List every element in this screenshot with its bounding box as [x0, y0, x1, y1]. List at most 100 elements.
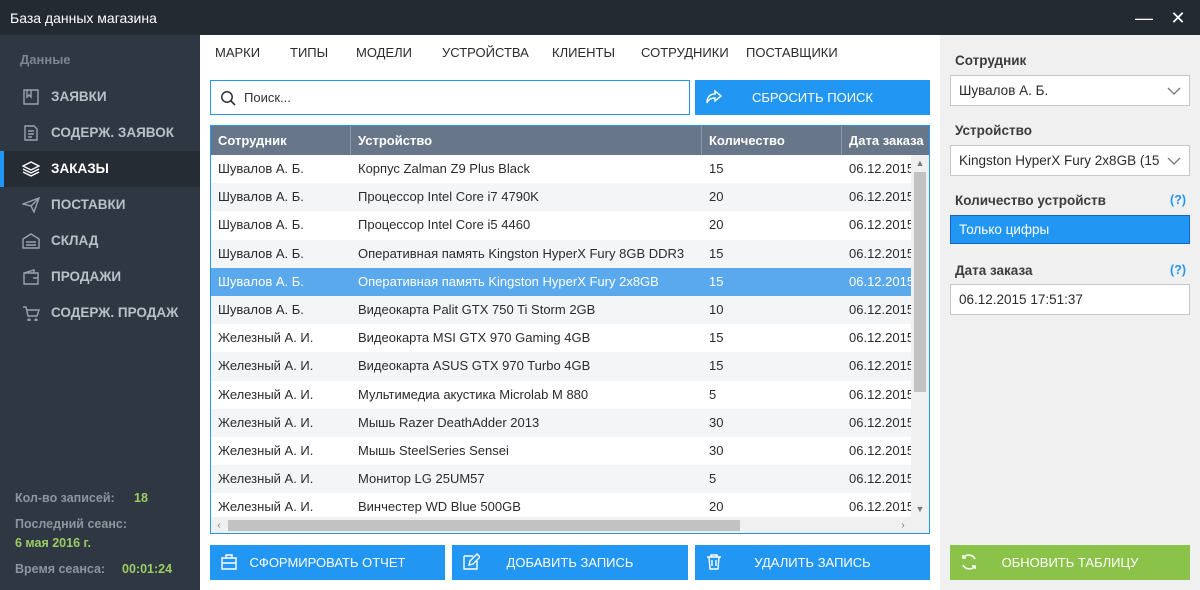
table-row[interactable]: Шувалов А. Б. Процессор Intel Core i5 446… [211, 211, 911, 239]
search-icon [221, 91, 236, 106]
table-row[interactable]: Железный А. И. Мышь Razer DeathAdder 2013… [211, 408, 911, 437]
column-header-date[interactable]: Дата заказа [842, 126, 929, 155]
cell-date: 06.12.2015 [849, 330, 911, 346]
table-row[interactable]: Шувалов А. Б. Оперативная память Kingston… [211, 267, 911, 296]
cell-date: 06.12.2015 [849, 245, 911, 261]
sidebar-item-label: ЗАЯВКИ [51, 89, 107, 104]
cell-date: 06.12.2015 [849, 161, 911, 176]
refresh-table-button[interactable]: ОБНОВИТЬ ТАБЛИЦУ [950, 545, 1190, 580]
cell-employee: Железный А. И. [218, 442, 314, 458]
tab-brands[interactable]: МАРКИ [215, 45, 260, 60]
tab-clients[interactable]: КЛИЕНТЫ [552, 45, 615, 60]
cell-date: 06.12.2015 [849, 358, 911, 374]
sidebar-item-warehouse[interactable]: СКЛАД [0, 223, 200, 259]
sidebar-item-label: ЗАКАЗЫ [51, 161, 109, 176]
search-input[interactable]: Поиск... [210, 80, 690, 115]
close-button[interactable]: ✕ [1166, 6, 1190, 30]
records-count-value: 18 [134, 491, 148, 505]
cell-device: Корпус Zalman Z9 Plus Black [358, 161, 530, 176]
employee-select[interactable]: Шувалов А. Б. [950, 75, 1190, 106]
layers-icon [22, 161, 40, 177]
cell-employee: Железный А. И. [218, 386, 314, 402]
horizontal-scroll-thumb[interactable] [228, 520, 740, 531]
sidebar-item-requests[interactable]: ЗАЯВКИ [0, 79, 200, 115]
cell-employee: Шувалов А. Б. [218, 217, 304, 233]
tab-devices[interactable]: УСТРОЙСТВА [442, 45, 529, 60]
tab-suppliers[interactable]: ПОСТАВЩИКИ [746, 45, 838, 60]
cell-device: Оперативная память Kingston HyperX Fury … [358, 245, 685, 261]
table-row[interactable]: Шувалов А. Б. Корпус Zalman Z9 Plus Black… [211, 155, 911, 183]
scroll-right-arrow-icon[interactable]: › [895, 517, 911, 533]
delete-record-button[interactable]: УДАЛИТЬ ЗАПИСЬ [695, 545, 930, 580]
sidebar-item-deliveries[interactable]: ПОСТАВКИ [0, 187, 200, 223]
table-body: Шувалов А. Б. Корпус Zalman Z9 Plus Black… [211, 155, 911, 521]
bookmark-icon [23, 89, 39, 105]
delete-record-label: УДАЛИТЬ ЗАПИСЬ [754, 555, 871, 570]
session-time-value: 00:01:24 [122, 562, 173, 576]
table-row[interactable]: Железный А. И. Видеокарта MSI GTX 970 Gam… [211, 324, 911, 352]
order-date-field[interactable]: 06.12.2015 17:51:37 [950, 284, 1190, 315]
sidebar-item-label: СОДЕРЖ. ЗАЯВОК [51, 125, 174, 140]
minimize-button[interactable]: — [1132, 6, 1156, 30]
table-row[interactable]: Железный А. И. Монитор LG 25UM57 5 06.12.20… [211, 465, 911, 494]
cell-date: 06.12.2015 [849, 189, 911, 205]
quantity-field[interactable]: Только цифры [950, 215, 1190, 244]
table-row[interactable]: Шувалов А. Б. Видеокарта Palit GTX 750 Ti… [211, 295, 911, 325]
horizontal-scrollbar[interactable]: ‹ › [211, 517, 911, 533]
tab-bar: МАРКИ ТИПЫ МОДЕЛИ УСТРОЙСТВА КЛИЕНТЫ СОТ… [200, 35, 940, 69]
tab-types[interactable]: ТИПЫ [290, 45, 328, 60]
chevron-down-icon [1167, 157, 1181, 165]
quantity-help-icon[interactable]: (?) [1170, 193, 1186, 207]
cell-quantity: 30 [709, 414, 724, 430]
scroll-corner [911, 517, 929, 533]
wallet-icon [23, 269, 39, 285]
sidebar-item-sales[interactable]: ПРОДАЖИ [0, 259, 200, 295]
table-row[interactable]: Железный А. И. Мышь SteelSeries Sensei 30 0… [211, 437, 911, 465]
sidebar-section-title: Данные [20, 52, 71, 67]
cell-date: 06.12.2015 [849, 414, 911, 430]
cell-date: 06.12.2015 [849, 471, 911, 487]
add-record-button[interactable]: ДОБАВИТЬ ЗАПИСЬ [452, 545, 688, 580]
cell-quantity: 15 [709, 161, 724, 176]
cell-device: Процессор Intel Core i7 4790K [358, 189, 539, 205]
order-date-label: Дата заказа [955, 263, 1033, 278]
window-title: База данных магазина [10, 10, 157, 26]
table-row[interactable]: Железный А. И. Мультимедиа акустика Micro… [211, 381, 911, 409]
cell-device: Оперативная память Kingston HyperX Fury … [358, 273, 659, 289]
table-row[interactable]: Шувалов А. Б. Процессор Intel Core i7 479… [211, 183, 911, 212]
sidebar-item-request-contents[interactable]: СОДЕРЖ. ЗАЯВОК [0, 115, 200, 151]
order-date-help-icon[interactable]: (?) [1170, 263, 1186, 277]
chevron-down-icon [1167, 87, 1181, 95]
sidebar-item-orders[interactable]: ЗАКАЗЫ [0, 151, 200, 187]
scroll-left-arrow-icon[interactable]: ‹ [211, 517, 227, 533]
cell-quantity: 5 [709, 471, 717, 487]
cell-employee: Шувалов А. Б. [218, 245, 304, 261]
cell-quantity: 5 [709, 386, 717, 402]
generate-report-button[interactable]: СФОРМИРОВАТЬ ОТЧЕТ [210, 545, 445, 580]
cell-employee: Железный А. И. [218, 471, 314, 487]
vertical-scrollbar[interactable]: ▲ ▼ [911, 155, 929, 517]
device-label: Устройство [955, 123, 1032, 138]
cell-date: 06.12.2015 [849, 386, 911, 402]
column-header-employee[interactable]: Сотрудник [211, 126, 351, 155]
device-select[interactable]: Kingston HyperX Fury 2x8GB (15 [950, 145, 1190, 176]
column-header-quantity[interactable]: Количество [702, 126, 842, 155]
cell-quantity: 20 [709, 217, 724, 233]
table-row[interactable]: Железный А. И. Видеокарта ASUS GTX 970 Tu… [211, 352, 911, 381]
cell-device: Процессор Intel Core i5 4460 [358, 217, 531, 233]
tab-models[interactable]: МОДЕЛИ [356, 45, 412, 60]
cell-quantity: 15 [709, 245, 724, 261]
table-row[interactable]: Шувалов А. Б. Оперативная память Kingston… [211, 239, 911, 268]
column-header-device[interactable]: Устройство [351, 126, 702, 155]
last-session-value: 6 мая 2016 г. [15, 536, 91, 550]
tab-employees[interactable]: СОТРУДНИКИ [641, 45, 729, 60]
reset-search-button[interactable]: СБРОСИТЬ ПОИСК [695, 80, 930, 115]
scroll-down-arrow-icon[interactable]: ▼ [911, 501, 929, 517]
cart-icon [23, 306, 40, 321]
scroll-up-arrow-icon[interactable]: ▲ [911, 155, 929, 171]
sidebar-item-sales-contents[interactable]: СОДЕРЖ. ПРОДАЖ [0, 295, 200, 331]
vertical-scroll-thumb[interactable] [914, 172, 926, 392]
send-icon [22, 197, 40, 213]
employee-value: Шувалов А. Б. [959, 83, 1049, 98]
sidebar-item-label: СОДЕРЖ. ПРОДАЖ [51, 305, 179, 320]
